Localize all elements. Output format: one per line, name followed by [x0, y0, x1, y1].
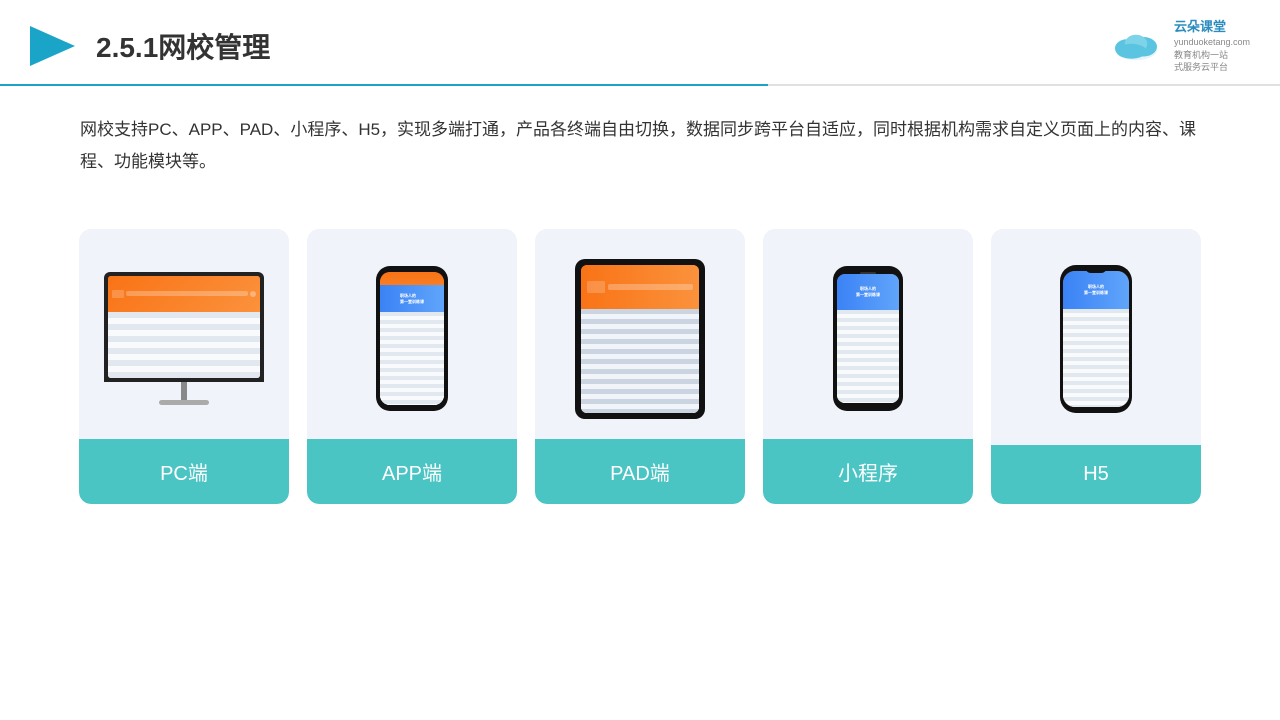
card-pad-label: PAD端 — [535, 439, 745, 504]
logo-brand: 云朵课堂 — [1174, 18, 1250, 36]
card-app-label: APP端 — [307, 439, 517, 504]
tablet-mockup — [575, 259, 705, 419]
card-pc: PC端 — [79, 229, 289, 504]
card-pad: PAD端 — [535, 229, 745, 504]
logo-slogan2: 式服务云平台 — [1174, 61, 1250, 74]
card-app: 职场人的第一堂训练课 — [307, 229, 517, 504]
monitor-mockup — [104, 272, 264, 405]
card-h5-image: 职场人的第一堂训练课 — [991, 229, 1201, 439]
phone-notch-cutout — [1085, 265, 1107, 273]
card-miniapp-image: 职场人的第一堂训练课 — [763, 229, 973, 439]
card-pad-image — [535, 229, 745, 439]
card-pc-label: PC端 — [79, 439, 289, 504]
card-miniapp: 职场人的第一堂训练课 — [763, 229, 973, 504]
logo-cloud-icon — [1106, 26, 1166, 66]
phone-mockup-app: 职场人的第一堂训练课 — [376, 266, 448, 411]
page-title: 2.5.1网校管理 — [96, 26, 270, 66]
header-left: 2.5.1网校管理 — [30, 21, 270, 71]
card-miniapp-label: 小程序 — [763, 439, 973, 504]
logo-domain: yunduoketang.com — [1174, 36, 1250, 49]
logo-text: 云朵课堂 yunduoketang.com 教育机构一站 式服务云平台 — [1174, 18, 1250, 74]
phone-mini-mockup: 职场人的第一堂训练课 — [833, 266, 903, 411]
page-description: 网校支持PC、APP、PAD、小程序、H5，实现多端打通，产品各终端自由切换，数… — [0, 86, 1280, 189]
page-header: 2.5.1网校管理 云朵课堂 yunduoketang.com 教育机构一站 式… — [0, 0, 1280, 74]
card-pc-image — [79, 229, 289, 439]
play-icon — [30, 21, 80, 71]
cards-container: PC端 职场人的第一堂训练课 — [0, 199, 1280, 504]
logo-area: 云朵课堂 yunduoketang.com 教育机构一站 式服务云平台 — [1106, 18, 1250, 74]
card-h5: 职场人的第一堂训练课 — [991, 229, 1201, 504]
card-h5-label: H5 — [991, 445, 1201, 504]
description-text: 网校支持PC、APP、PAD、小程序、H5，实现多端打通，产品各终端自由切换，数… — [80, 114, 1200, 179]
logo-slogan1: 教育机构一站 — [1174, 49, 1250, 62]
card-app-image: 职场人的第一堂训练课 — [307, 229, 517, 439]
phone-notch-mockup: 职场人的第一堂训练课 — [1060, 265, 1132, 413]
